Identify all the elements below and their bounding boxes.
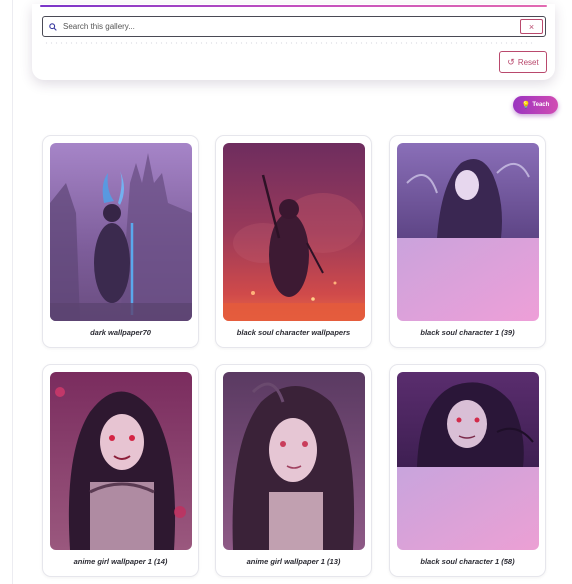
gallery-caption: black soul character wallpapers (236, 328, 351, 337)
gallery-card[interactable]: black soul character 1 (39) (389, 135, 546, 348)
reset-button[interactable]: ↺ Reset (499, 51, 547, 73)
gallery-image[interactable] (223, 372, 365, 550)
lightbulb-icon: 💡 (521, 102, 531, 109)
gallery-image[interactable] (397, 372, 539, 550)
dark-character-image (397, 372, 539, 550)
anime-girl-image (223, 372, 365, 550)
dark-knight-image (50, 143, 192, 321)
gallery-card[interactable]: dark wallpaper70 (42, 135, 199, 348)
gallery-card[interactable]: black soul character wallpapers (215, 135, 372, 348)
gallery-image[interactable] (397, 143, 539, 321)
reset-icon: ↺ (507, 56, 515, 67)
gallery-card[interactable]: black soul character 1 (58) (389, 364, 546, 577)
gallery-card[interactable]: anime girl wallpaper 1 (14) (42, 364, 199, 577)
accent-bar (40, 5, 547, 7)
close-icon: × (528, 22, 535, 32)
page-left-border (12, 0, 13, 584)
search-panel: × ↺ Reset (32, 4, 555, 80)
search-box[interactable]: × (42, 16, 546, 37)
search-input[interactable] (61, 18, 545, 35)
gallery-card[interactable]: anime girl wallpaper 1 (13) (215, 364, 372, 577)
gallery-caption: anime girl wallpaper 1 (14) (73, 557, 168, 566)
teach-button-label: Teach (532, 102, 550, 108)
gallery-image[interactable] (223, 143, 365, 321)
gallery-image[interactable] (50, 372, 192, 550)
reset-button-label: Reset (517, 57, 539, 67)
anime-girl-image (50, 372, 192, 550)
gallery-caption: black soul character 1 (39) (420, 328, 515, 337)
gallery-caption: anime girl wallpaper 1 (13) (246, 557, 341, 566)
divider (44, 42, 535, 44)
search-icon (49, 22, 61, 31)
hooded-character-image (397, 143, 539, 321)
teach-button[interactable]: 💡 Teach (513, 96, 558, 114)
gallery-caption: black soul character 1 (58) (420, 557, 515, 566)
warrior-fire-image (223, 143, 365, 321)
gallery-image[interactable] (50, 143, 192, 321)
gallery-caption: dark wallpaper70 (90, 328, 151, 337)
clear-search-button[interactable]: × (520, 19, 543, 34)
